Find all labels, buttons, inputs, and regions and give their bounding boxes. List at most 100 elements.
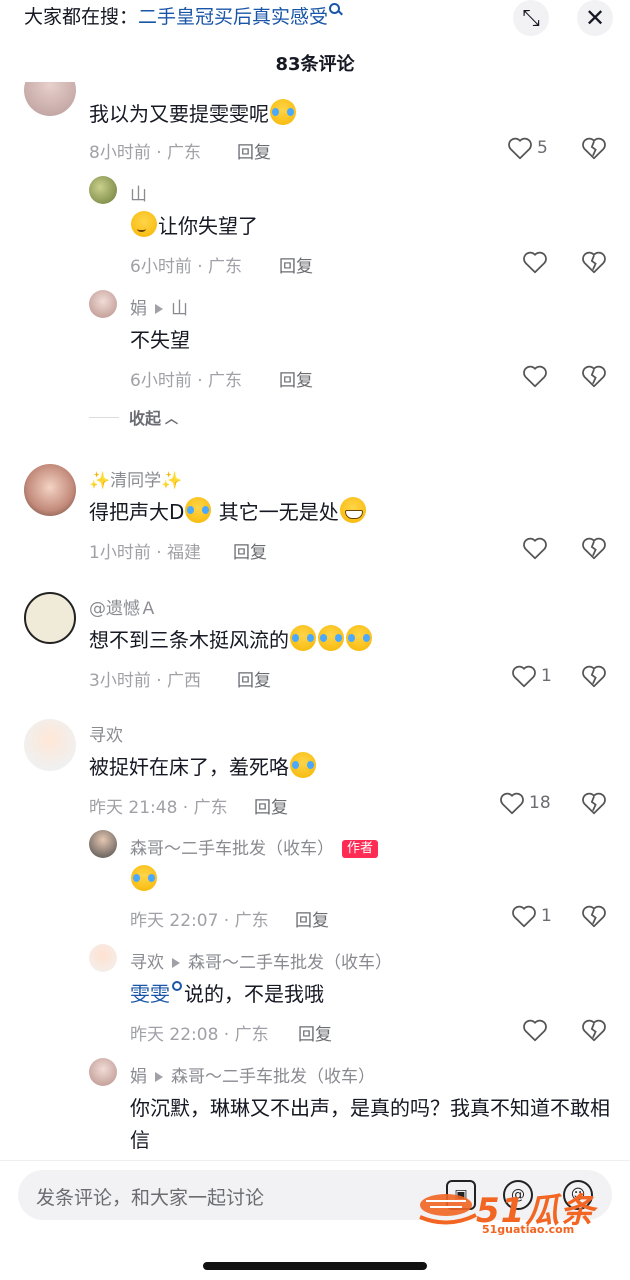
reply-button[interactable]: 回复 [233,538,267,563]
collapse-replies-button[interactable]: 收起 ︿ [89,405,178,429]
close-icon: ✕ [584,4,606,32]
reply-time-location: 6小时前 · 广东 [130,257,243,277]
avatar[interactable] [89,176,117,204]
reply-time-location: 昨天 22:08 · 广东 [130,1025,269,1045]
like-button[interactable]: 18 [499,791,551,815]
comment-time-location: 昨天 21:48 · 广东 [89,798,228,818]
comment-list[interactable]: 我以为又要提雯雯呢 8小时前 · 广东 回复 5 山 让你失望了 6小时前 · … [0,82,630,1160]
laugh-cry-emoji-icon [318,625,344,651]
heart-icon[interactable] [522,536,548,560]
comment-username[interactable]: 寻欢 [89,721,123,746]
laugh-cry-emoji-icon [346,625,372,651]
search-icon [329,3,341,14]
comment-input-placeholder: 发条评论，和大家一起讨论 [36,1187,265,1209]
laugh-cry-emoji-icon [131,865,157,891]
reply-text: 你沉默，琳琳又不出声，是真的吗？我真不知道不敢相信 [130,1096,610,1152]
like-count: 1 [541,906,552,926]
reply-button[interactable]: 回复 [237,666,271,691]
heart-icon[interactable] [522,250,548,274]
avatar[interactable] [89,290,117,318]
like-button[interactable]: 1 [511,904,552,928]
collapse-button[interactable]: ⤡ [513,0,549,36]
shy-smile-emoji-icon [131,211,157,237]
home-indicator[interactable] [203,1262,427,1270]
comment-username[interactable]: ✨清同学✨ [89,466,182,491]
broken-heart-icon[interactable] [581,250,607,274]
laugh-cry-emoji-icon [290,752,316,778]
comment-time-location: 8小时前 · 广东 [89,143,202,163]
heart-icon [512,665,536,688]
reply-username[interactable]: 寻欢 森哥～二手车批发（收车） [130,948,392,973]
laugh-cry-emoji-icon [270,99,296,125]
like-button[interactable]: 5 [507,136,548,160]
comment-username[interactable]: @遗憾Ａ [89,594,157,619]
broken-heart-icon[interactable] [581,1018,607,1042]
reply-username[interactable]: 山 [130,180,147,205]
reply-username[interactable]: 娟山 [130,294,188,319]
comment-text: 我以为又要提雯雯呢 [89,98,297,130]
broken-heart-icon[interactable] [581,536,607,560]
comment-time-location: 3小时前 · 广西 [89,671,202,691]
collapse-icon: ⤡ [522,5,540,31]
avatar[interactable] [89,1058,117,1086]
avatar[interactable] [89,830,117,858]
heart-icon [500,792,524,815]
reply-text [130,864,158,896]
author-badge: 作者 [342,840,379,858]
reply-text: 让你失望了 [130,210,258,242]
reply-text: 不失望 [130,328,190,352]
reply-username[interactable]: 森哥～二手车批发（收车） 作者 [130,834,379,859]
comment-text: 被捉奸在床了，羞死咯 [89,751,317,783]
mention-link[interactable]: 雯雯 [130,981,184,1006]
avatar[interactable] [24,82,76,116]
heart-icon [508,137,532,160]
reply-time-location: 6小时前 · 广东 [130,371,243,391]
comment-time-location: 1小时前 · 福建 [89,543,202,563]
reply-button[interactable]: 回复 [298,1020,332,1045]
reply-text: 雯雯 说的，不是我哦 [130,981,324,1006]
broken-heart-icon[interactable] [581,136,607,160]
grin-emoji-icon [339,497,366,523]
search-suggestion-query[interactable]: 二手皇冠买后真实感受 [138,6,328,28]
watermark: 51瓜条 51guatiao.com [416,1181,612,1241]
reply-arrow-icon [172,957,180,968]
like-count: 1 [541,666,552,686]
watermark-url: 51guatiao.com [482,1223,575,1236]
avatar[interactable] [89,944,117,972]
reply-button[interactable]: 回复 [295,906,329,931]
laugh-cry-emoji-icon [290,625,316,651]
search-icon [172,981,182,991]
avatar[interactable] [24,464,76,516]
fish-logo-icon [419,1194,477,1225]
comment-input-bar: 发条评论，和大家一起讨论 ▣ @ ☺ 51瓜条 51guatiao.com [0,1160,630,1280]
reply-time-location: 昨天 22:07 · 广东 [130,911,269,931]
broken-heart-icon[interactable] [581,664,607,688]
broken-heart-icon[interactable] [581,791,607,815]
laugh-cry-emoji-icon [185,497,212,523]
heart-icon[interactable] [522,1018,548,1042]
heart-icon [512,905,536,928]
reply-username[interactable]: 娟森哥～二手车批发（收车） [130,1062,375,1087]
collapse-label: 收起 [129,409,162,428]
reply-arrow-icon [155,303,163,314]
like-button[interactable]: 1 [511,664,552,688]
comment-panel-header: 大家都在搜：二手皇冠买后真实感受 ⤡ ✕ 83条评论 [0,0,630,82]
close-button[interactable]: ✕ [577,0,613,36]
search-suggestion[interactable]: 大家都在搜：二手皇冠买后真实感受 [24,3,341,30]
chevron-up-icon: ︿ [165,411,179,427]
comment-count-title: 83条评论 [275,54,355,75]
avatar[interactable] [24,719,76,771]
reply-button[interactable]: 回复 [237,138,271,163]
like-count: 5 [537,138,548,158]
like-count: 18 [529,793,551,813]
divider [89,416,119,418]
broken-heart-icon[interactable] [581,364,607,388]
reply-button[interactable]: 回复 [279,252,313,277]
avatar[interactable] [24,592,76,644]
comment-text: 得把声大D 其它一无是处 [89,496,367,528]
reply-button[interactable]: 回复 [279,366,313,391]
heart-icon[interactable] [522,364,548,388]
search-suggestion-prefix: 大家都在搜： [24,6,139,28]
reply-button[interactable]: 回复 [254,793,288,818]
broken-heart-icon[interactable] [581,904,607,928]
